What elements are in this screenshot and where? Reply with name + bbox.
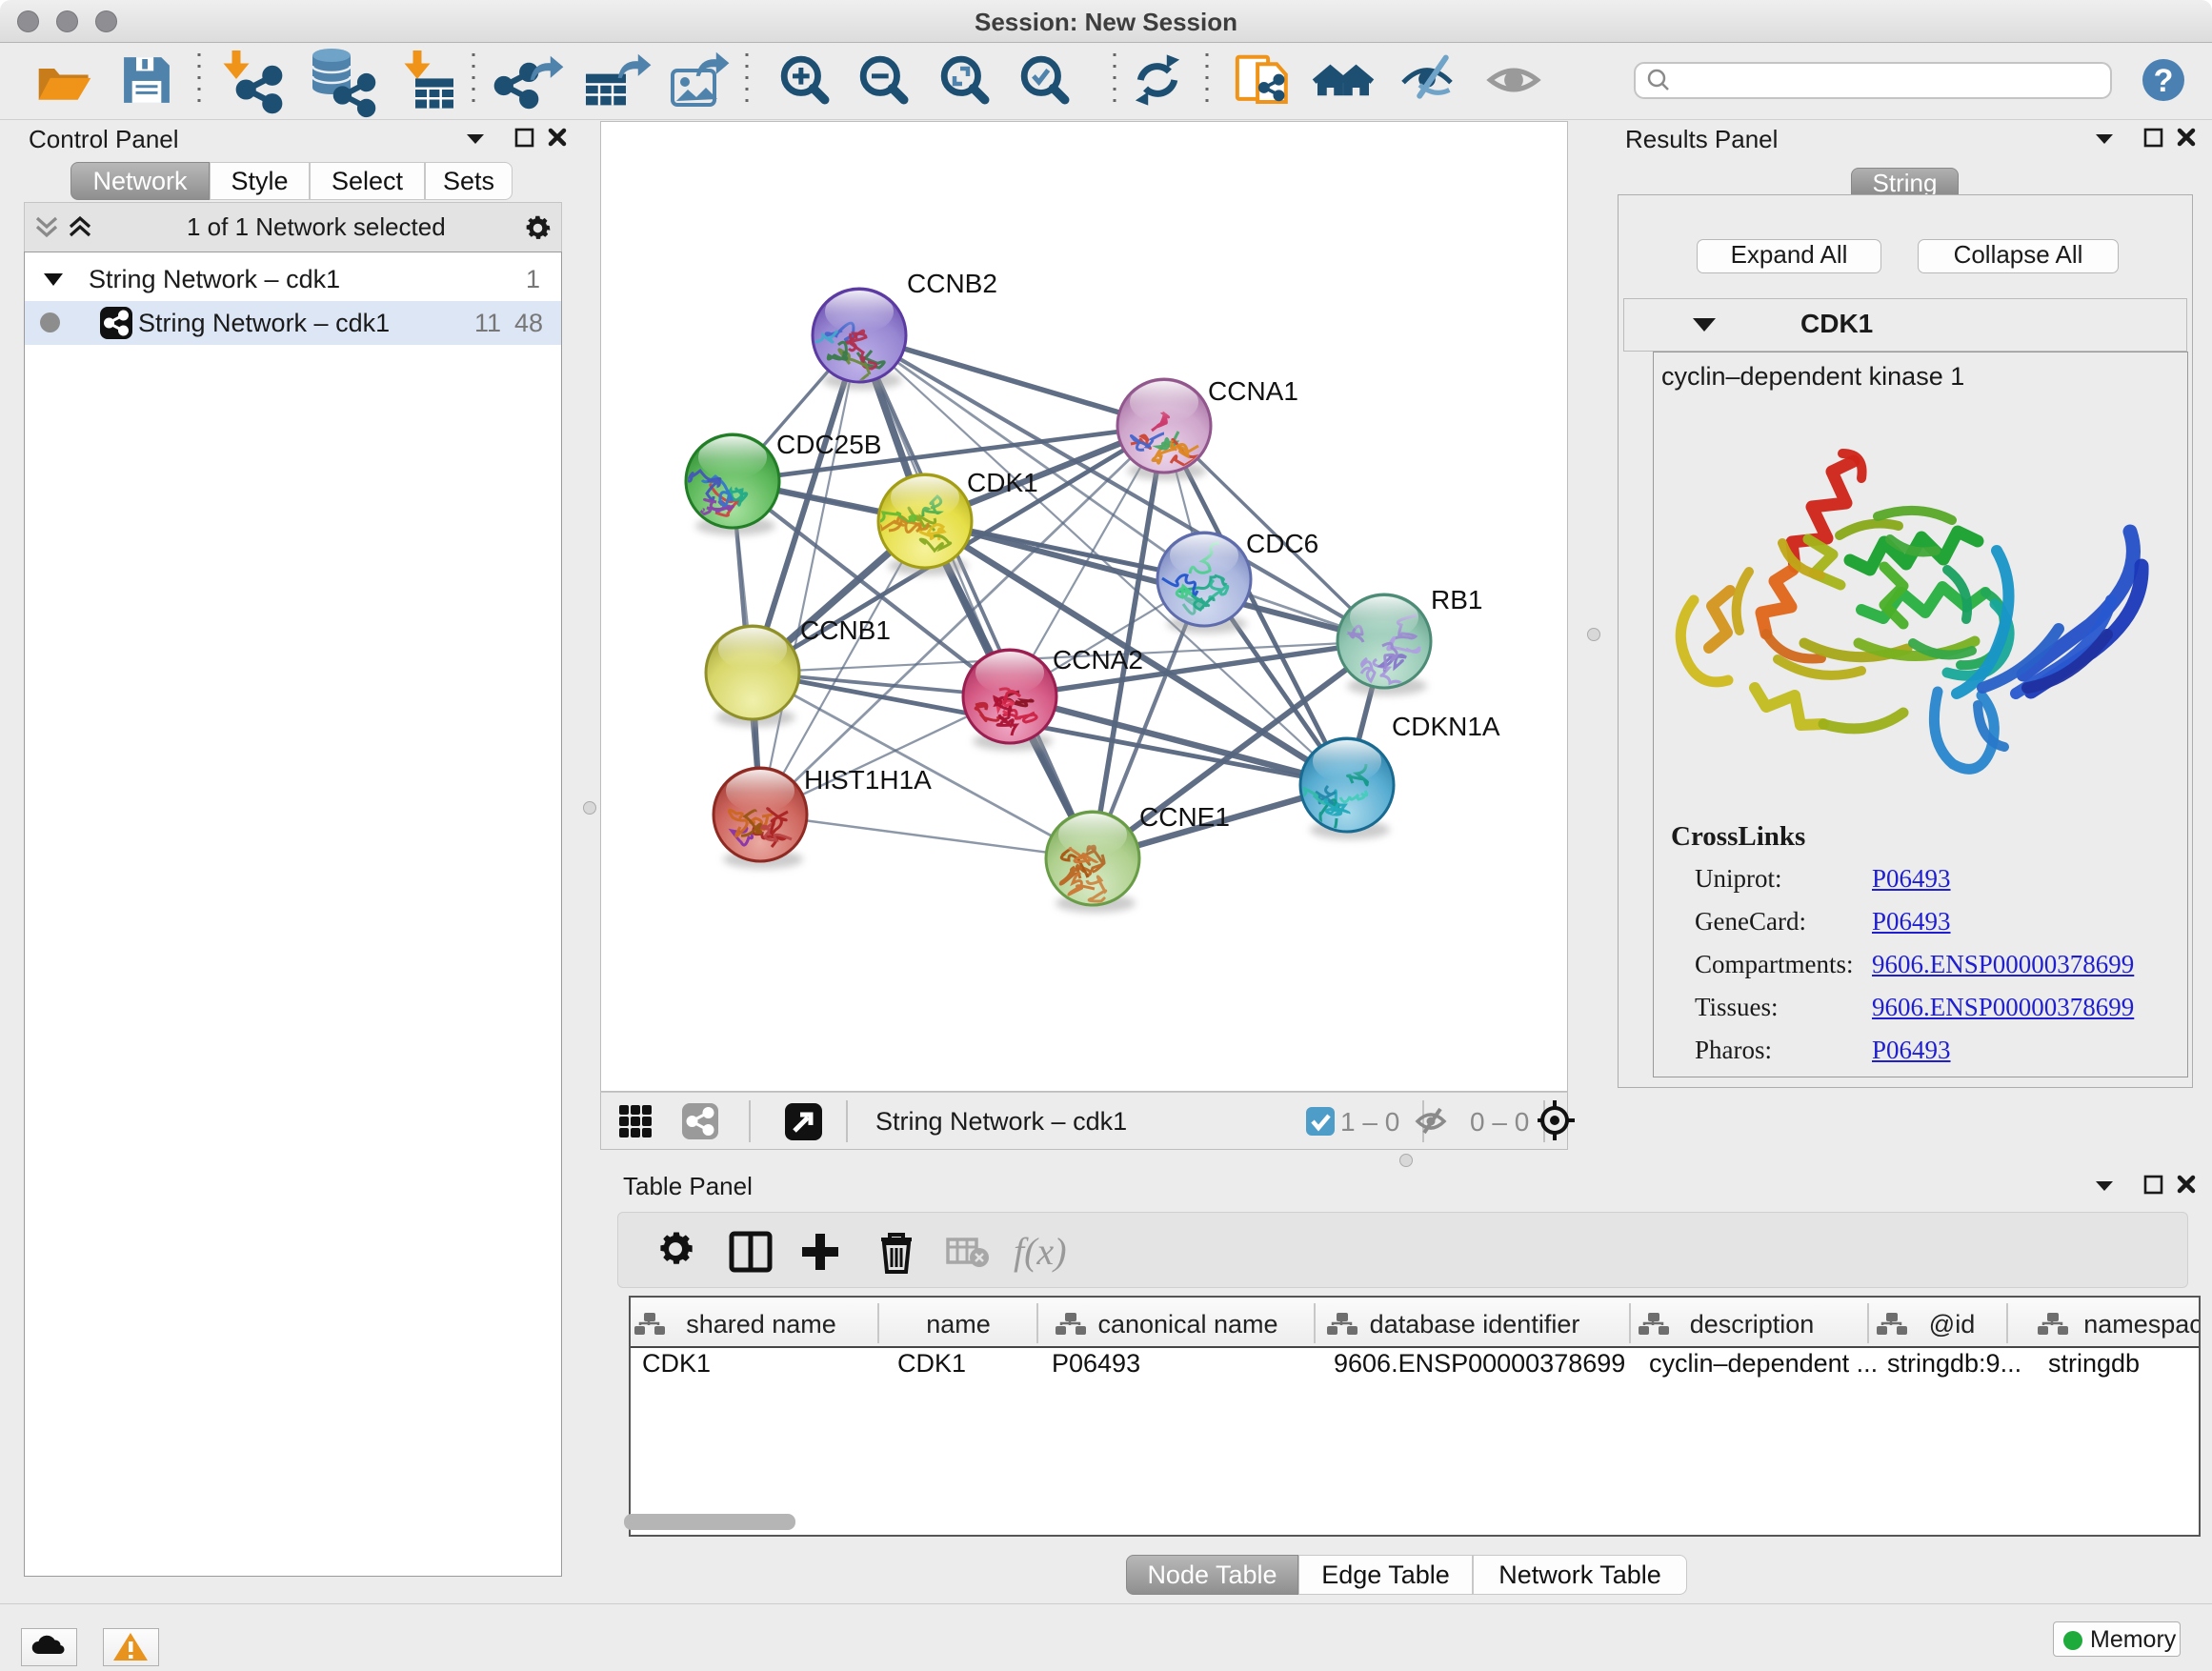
svg-text:cyclin–dependent ...: cyclin–dependent ...: [1649, 1349, 1878, 1378]
svg-text:0 – 0: 0 – 0: [1470, 1107, 1529, 1137]
svg-text:stringdb: stringdb: [2048, 1349, 2140, 1378]
svg-text:CDKN1A: CDKN1A: [1392, 712, 1500, 741]
svg-text:CCNE1: CCNE1: [1139, 802, 1230, 832]
svg-text:CDK1: CDK1: [897, 1349, 966, 1378]
svg-text:RB1: RB1: [1431, 585, 1482, 614]
svg-text:9606.ENSP00000378699: 9606.ENSP00000378699: [1334, 1349, 1625, 1378]
svg-text:P06493: P06493: [1052, 1349, 1140, 1378]
svg-text:namespace: namespace: [2083, 1310, 2199, 1339]
svg-text:@id: @id: [1929, 1310, 1975, 1339]
svg-text:CDK1: CDK1: [967, 468, 1038, 497]
svg-text:CDC25B: CDC25B: [776, 430, 881, 459]
svg-text:description: description: [1690, 1310, 1815, 1339]
svg-text:CCNA2: CCNA2: [1053, 645, 1143, 674]
svg-text:HIST1H1A: HIST1H1A: [804, 765, 932, 795]
svg-text:CCNA1: CCNA1: [1208, 376, 1298, 406]
svg-text:database identifier: database identifier: [1370, 1310, 1580, 1339]
svg-text:shared name: shared name: [686, 1310, 836, 1339]
svg-text:name: name: [926, 1310, 991, 1339]
svg-text:CDC6: CDC6: [1246, 529, 1318, 558]
svg-text:canonical name: canonical name: [1097, 1310, 1277, 1339]
svg-text:?: ?: [2154, 63, 2174, 99]
svg-text:1 – 0: 1 – 0: [1340, 1107, 1399, 1137]
svg-text:CDK1: CDK1: [642, 1349, 711, 1378]
svg-text:CCNB2: CCNB2: [907, 269, 997, 298]
svg-text:stringdb:9...: stringdb:9...: [1887, 1349, 2021, 1378]
svg-text:f(x): f(x): [1014, 1230, 1067, 1273]
svg-text:CCNB1: CCNB1: [800, 615, 891, 645]
